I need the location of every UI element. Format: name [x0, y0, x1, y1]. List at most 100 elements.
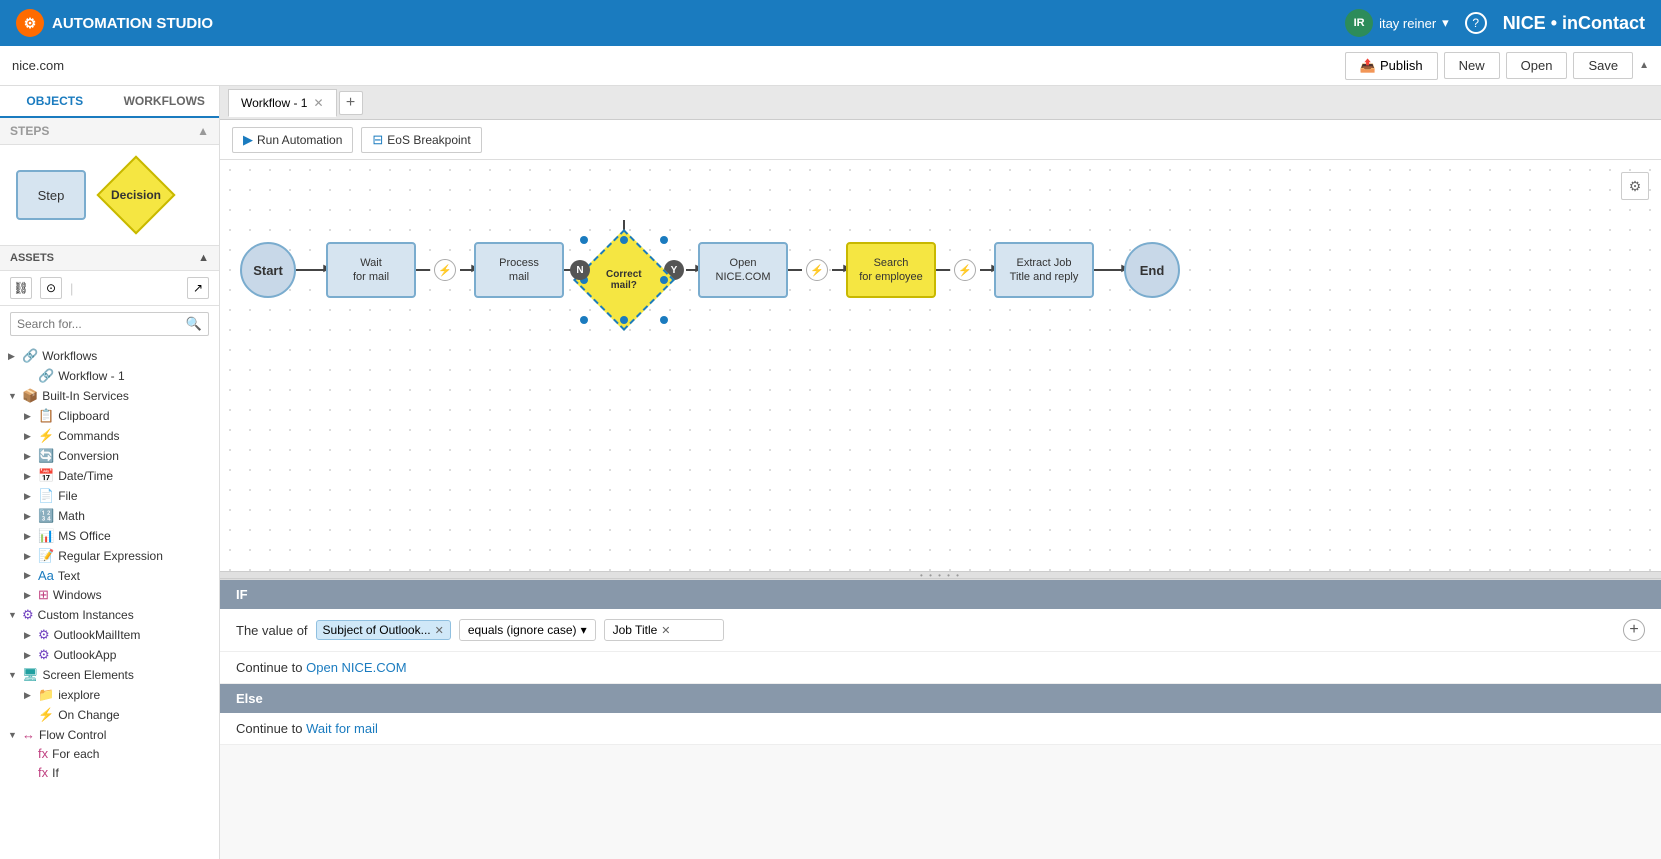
condition-operator-select[interactable]: equals (ignore case) ▾: [459, 619, 596, 641]
tab-objects[interactable]: OBJECTS: [0, 86, 110, 118]
tree-area: ▶🔗Workflows🔗Workflow - 1▼📦Built-In Servi…: [0, 342, 219, 859]
open-button[interactable]: Open: [1506, 52, 1568, 79]
continue-else-row: Continue to Wait for mail: [220, 713, 1661, 745]
tree-item-built-in-services[interactable]: ▼📦Built-In Services: [0, 386, 219, 406]
run-icon: ▶: [243, 132, 253, 148]
tree-item-iexplore[interactable]: ▶📁iexplore: [0, 685, 219, 705]
tree-item-math[interactable]: ▶🔢Math: [0, 506, 219, 526]
add-tab-button[interactable]: +: [339, 91, 363, 115]
tree-item-file[interactable]: ▶📄File: [0, 486, 219, 506]
search-input[interactable]: [17, 317, 186, 331]
user-menu[interactable]: IR itay reiner ▾: [1345, 9, 1449, 37]
tree-toggle-text[interactable]: ▶: [24, 570, 38, 581]
link-tool-button[interactable]: ⛓: [10, 277, 32, 299]
tab-workflows[interactable]: WORKFLOWS: [110, 86, 220, 118]
sidebar-tabs: OBJECTS WORKFLOWS: [0, 86, 219, 118]
condition-value-tag[interactable]: Subject of Outlook... ✕: [316, 620, 451, 640]
panel-resize-handle[interactable]: • • • • •: [220, 571, 1661, 579]
continue-if-target[interactable]: Open NICE.COM: [306, 660, 406, 675]
site-name: nice.com: [12, 58, 64, 73]
export-button[interactable]: ↗: [187, 277, 209, 299]
tree-toggle-datetime[interactable]: ▶: [24, 471, 38, 482]
node-process-mail[interactable]: Processmail: [474, 242, 564, 298]
tree-item-outlookapp[interactable]: ▶⚙OutlookApp: [0, 645, 219, 665]
tree-toggle-built-in-services[interactable]: ▼: [8, 391, 22, 401]
tree-toggle-workflows[interactable]: ▶: [8, 351, 22, 362]
node-search-employee[interactable]: Searchfor employee: [846, 242, 936, 298]
assets-tools: ⛓ ⊙ | ↗: [0, 271, 219, 306]
assets-header: ASSETS ▲: [0, 246, 219, 271]
node-open-nice[interactable]: OpenNICE.COM: [698, 242, 788, 298]
tree-toggle-file[interactable]: ▶: [24, 491, 38, 502]
workflow-tab[interactable]: Workflow - 1 ✕: [228, 89, 337, 117]
lightning-btn-1[interactable]: ⚡: [434, 259, 456, 281]
tree-toggle-custom-instances[interactable]: ▼: [8, 610, 22, 620]
eos-breakpoint-button[interactable]: ⊟ EoS Breakpoint: [361, 127, 481, 153]
new-button[interactable]: New: [1444, 52, 1500, 79]
tree-item-on-change[interactable]: ⚡On Change: [0, 705, 219, 725]
tree-item-windows[interactable]: ▶⊞Windows: [0, 585, 219, 605]
target-tool-button[interactable]: ⊙: [40, 277, 62, 299]
tree-toggle-windows[interactable]: ▶: [24, 590, 38, 601]
node-extract-job[interactable]: Extract JobTitle and reply: [994, 242, 1094, 298]
lightning-btn-3[interactable]: ⚡: [954, 259, 976, 281]
content-area: Workflow - 1 ✕ + ▶ Run Automation ⊟ EoS …: [220, 86, 1661, 859]
help-button[interactable]: ?: [1465, 12, 1487, 34]
tab-close-icon[interactable]: ✕: [313, 96, 323, 110]
tree-toggle-math[interactable]: ▶: [24, 511, 38, 522]
tree-item-text[interactable]: ▶AaText: [0, 566, 219, 585]
node-wait-mail[interactable]: Waitfor mail: [326, 242, 416, 298]
app-logo: ⚙ AUTOMATION STUDIO: [16, 9, 1345, 37]
tree-toggle-clipboard[interactable]: ▶: [24, 411, 38, 422]
tree-item-custom-instances[interactable]: ▼⚙Custom Instances: [0, 605, 219, 625]
node-start[interactable]: Start: [240, 242, 296, 298]
tree-icon-on-change: ⚡: [38, 707, 54, 723]
tree-toggle-screen-elements[interactable]: ▼: [8, 670, 22, 680]
tree-item-workflows[interactable]: ▶🔗Workflows: [0, 346, 219, 366]
run-automation-button[interactable]: ▶ Run Automation: [232, 127, 353, 153]
lightning-btn-2[interactable]: ⚡: [806, 259, 828, 281]
tree-item-regex[interactable]: ▶📝Regular Expression: [0, 546, 219, 566]
decision-node[interactable]: Decision: [96, 155, 175, 234]
tree-toggle-outlookmailitem[interactable]: ▶: [24, 630, 38, 641]
steps-collapse-icon[interactable]: ▲: [197, 124, 209, 138]
step-node[interactable]: Step: [16, 170, 86, 220]
tree-icon-outlookmailitem: ⚙: [38, 627, 50, 643]
canvas-settings-button[interactable]: ⚙: [1621, 172, 1649, 200]
tree-toggle-outlookapp[interactable]: ▶: [24, 650, 38, 661]
tree-toggle-regex[interactable]: ▶: [24, 551, 38, 562]
tree-item-ms-office[interactable]: ▶📊MS Office: [0, 526, 219, 546]
tree-toggle-iexplore[interactable]: ▶: [24, 690, 38, 701]
tree-toggle-commands[interactable]: ▶: [24, 431, 38, 442]
tree-item-foreach[interactable]: fxFor each: [0, 744, 219, 763]
tree-toggle-conversion[interactable]: ▶: [24, 451, 38, 462]
tree-item-screen-elements[interactable]: ▼🖥Screen Elements: [0, 665, 219, 685]
collapse-icon[interactable]: ▲: [1639, 60, 1649, 71]
tree-item-commands[interactable]: ▶⚡Commands: [0, 426, 219, 446]
add-condition-button[interactable]: +: [1623, 619, 1645, 641]
continue-else-target[interactable]: Wait for mail: [306, 721, 378, 736]
tree-item-if[interactable]: fxIf: [0, 763, 219, 782]
tree-item-datetime[interactable]: ▶📅Date/Time: [0, 466, 219, 486]
search-icon[interactable]: 🔍: [186, 316, 202, 332]
assets-collapse-icon[interactable]: ▲: [198, 252, 209, 264]
tree-item-flow-control[interactable]: ▼↔Flow Control: [0, 725, 219, 744]
comparator-clear[interactable]: ✕: [661, 624, 670, 637]
save-button[interactable]: Save: [1573, 52, 1633, 79]
tree-toggle-flow-control[interactable]: ▼: [8, 730, 22, 740]
tree-label-datetime: Date/Time: [58, 469, 113, 483]
node-end[interactable]: End: [1124, 242, 1180, 298]
tree-label-screen-elements: Screen Elements: [43, 668, 134, 682]
condition-value-clear[interactable]: ✕: [435, 624, 444, 637]
tree-item-workflow-1[interactable]: 🔗Workflow - 1: [0, 366, 219, 386]
condition-comparator-input[interactable]: Job Title ✕: [604, 619, 724, 641]
tool-divider: |: [70, 281, 73, 296]
tree-label-ms-office: MS Office: [58, 529, 110, 543]
tree-item-clipboard[interactable]: ▶📋Clipboard: [0, 406, 219, 426]
tree-label-foreach: For each: [52, 747, 99, 761]
tree-item-conversion[interactable]: ▶🔄Conversion: [0, 446, 219, 466]
tree-toggle-ms-office[interactable]: ▶: [24, 531, 38, 542]
publish-button[interactable]: 📤 Publish: [1345, 52, 1438, 80]
tree-label-clipboard: Clipboard: [58, 409, 109, 423]
tree-item-outlookmailitem[interactable]: ▶⚙OutlookMailItem: [0, 625, 219, 645]
